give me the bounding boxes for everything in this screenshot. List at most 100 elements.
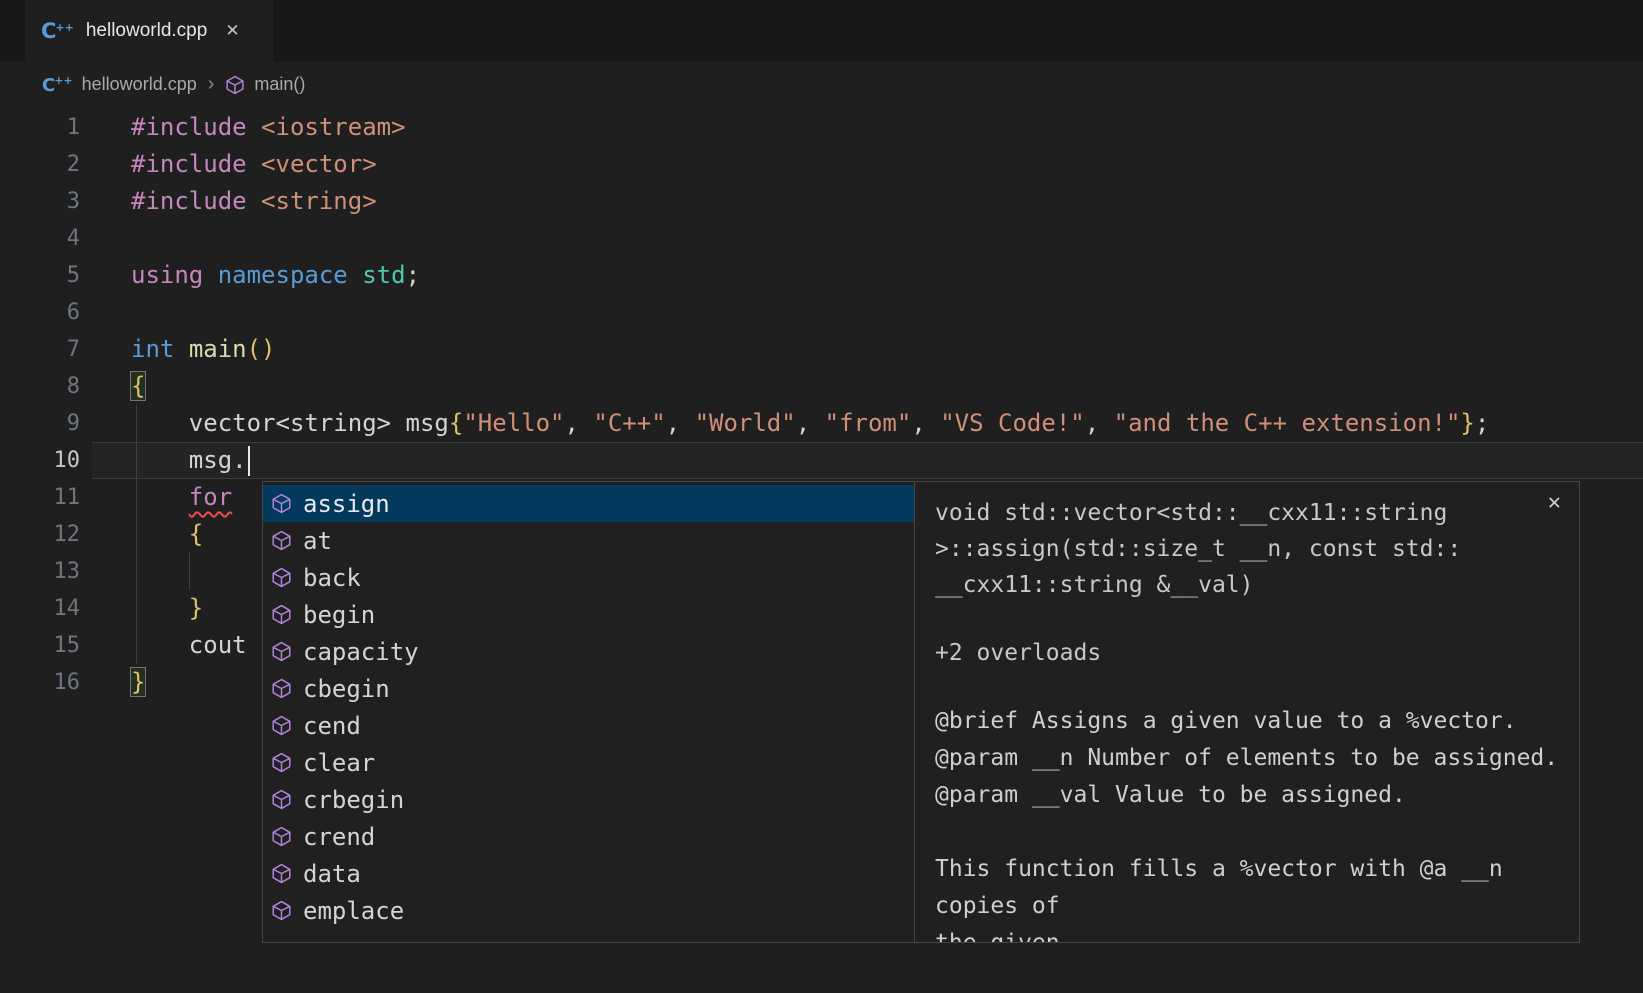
line-content: #include <vector> <box>131 146 377 183</box>
code-token: ; <box>406 261 420 289</box>
suggestion-item-capacity[interactable]: capacity <box>263 633 914 670</box>
suggestion-item-data[interactable]: data <box>263 855 914 892</box>
cpp-file-icon: C++ <box>42 75 73 95</box>
suggestion-item-crbegin[interactable]: crbegin <box>263 781 914 818</box>
suggestion-item-cbegin[interactable]: cbegin <box>263 670 914 707</box>
line-content: { <box>131 516 203 553</box>
code-token <box>247 187 261 215</box>
method-cube-icon <box>225 75 245 95</box>
suggestion-label: crend <box>303 823 375 851</box>
method-cube-icon <box>271 900 292 921</box>
code-token: vector<string> msg <box>131 409 449 437</box>
code-line[interactable]: 9 vector<string> msg{"Hello", "C++", "Wo… <box>0 405 1643 442</box>
method-cube-icon <box>271 493 292 514</box>
doc-brief-line: @param __val Value to be assigned. <box>935 777 1559 814</box>
suggestion-item-at[interactable]: at <box>263 522 914 559</box>
code-token <box>131 594 189 622</box>
code-line[interactable]: 4 <box>0 220 1643 257</box>
code-token <box>203 261 217 289</box>
code-token: namespace <box>218 261 348 289</box>
code-line[interactable]: 3 #include <string> <box>0 183 1643 220</box>
line-content: } <box>131 590 203 627</box>
method-cube-icon <box>271 641 292 662</box>
line-content: { <box>131 368 145 405</box>
code-line[interactable]: 5 using namespace std; <box>0 257 1643 294</box>
method-cube-icon <box>271 789 292 810</box>
line-number: 10 <box>0 442 80 479</box>
line-number: 4 <box>0 220 80 257</box>
code-line[interactable]: 10 msg. <box>0 442 1643 479</box>
line-number: 5 <box>0 257 80 294</box>
suggestion-item-crend[interactable]: crend <box>263 818 914 855</box>
line-number: 9 <box>0 405 80 442</box>
code-token: , <box>565 409 594 437</box>
tab-helloworld-cpp[interactable]: C++ helloworld.cpp ✕ <box>25 0 273 62</box>
tab-close-icon[interactable]: ✕ <box>225 21 239 41</box>
code-token: "World" <box>695 409 796 437</box>
line-number: 3 <box>0 183 80 220</box>
tab-title: helloworld.cpp <box>86 20 207 42</box>
code-token: , <box>1085 409 1114 437</box>
suggestion-label: cbegin <box>303 675 390 703</box>
suggestion-item-assign[interactable]: assign <box>263 485 914 522</box>
line-content: using namespace std; <box>131 257 420 294</box>
line-content: #include <iostream> <box>131 109 406 146</box>
method-cube-icon <box>271 604 292 625</box>
suggestion-label: begin <box>303 601 375 629</box>
suggestion-label: cend <box>303 712 361 740</box>
code-line[interactable]: 1#include <iostream> <box>0 109 1643 146</box>
suggestion-list[interactable]: assign at back begin capacity cbegin cend clear… <box>263 482 915 942</box>
code-editor[interactable]: 1#include <iostream>2#include <vector>3 #… <box>0 107 1643 993</box>
code-token: <vector> <box>261 150 377 178</box>
method-cube-icon <box>271 752 292 773</box>
code-line[interactable]: 2#include <vector> <box>0 146 1643 183</box>
code-token <box>348 261 362 289</box>
suggestion-item-cend[interactable]: cend <box>263 707 914 744</box>
signature-line: __cxx11::string &__val) <box>935 567 1559 603</box>
suggestion-label: capacity <box>303 638 419 666</box>
code-token: #include <box>131 150 247 178</box>
breadcrumb-file[interactable]: helloworld.cpp <box>82 74 197 95</box>
suggestion-item-emplace[interactable]: emplace <box>263 892 914 929</box>
method-cube-icon <box>271 863 292 884</box>
breadcrumb: C++ helloworld.cpp › main() <box>0 62 1643 107</box>
code-token: main <box>189 335 247 363</box>
code-token: { <box>131 372 145 400</box>
method-cube-icon <box>271 826 292 847</box>
line-content: cout <box>131 627 247 664</box>
docs-close-icon[interactable]: ✕ <box>1548 490 1561 515</box>
breadcrumb-symbol[interactable]: main() <box>254 74 305 95</box>
code-token: { <box>189 520 203 548</box>
chevron-right-icon: › <box>208 73 215 96</box>
suggestion-label: back <box>303 564 361 592</box>
code-line[interactable]: 6 <box>0 294 1643 331</box>
code-token: <iostream> <box>261 113 406 141</box>
signature-line: void std::vector<std::__cxx11::string <box>935 495 1559 531</box>
code-token: msg. <box>131 446 247 474</box>
suggestion-item-clear[interactable]: clear <box>263 744 914 781</box>
code-token: () <box>247 335 276 363</box>
code-token: "from" <box>825 409 912 437</box>
code-token <box>247 150 261 178</box>
code-line[interactable]: 8{ <box>0 368 1643 405</box>
line-content: #include <string> <box>131 183 377 220</box>
line-number: 14 <box>0 590 80 627</box>
method-cube-icon <box>271 715 292 736</box>
line-number: 7 <box>0 331 80 368</box>
suggestion-item-back[interactable]: back <box>263 559 914 596</box>
doc-brief: @brief Assigns a given value to a %vecto… <box>935 703 1559 814</box>
suggestion-label: assign <box>303 490 390 518</box>
suggestion-item-begin[interactable]: begin <box>263 596 914 633</box>
line-content: msg. <box>131 442 250 479</box>
code-token: for <box>189 483 232 511</box>
code-token: std <box>362 261 405 289</box>
code-token: #include <box>131 113 247 141</box>
line-content: for <box>131 479 232 516</box>
code-token: "Hello" <box>463 409 564 437</box>
code-line[interactable]: 7 int main() <box>0 331 1643 368</box>
line-content: int main() <box>131 331 276 368</box>
line-number: 6 <box>0 294 80 331</box>
suggestion-docs-panel: void std::vector<std::__cxx11::string>::… <box>915 482 1579 942</box>
code-token: <string> <box>261 187 377 215</box>
method-cube-icon <box>271 530 292 551</box>
